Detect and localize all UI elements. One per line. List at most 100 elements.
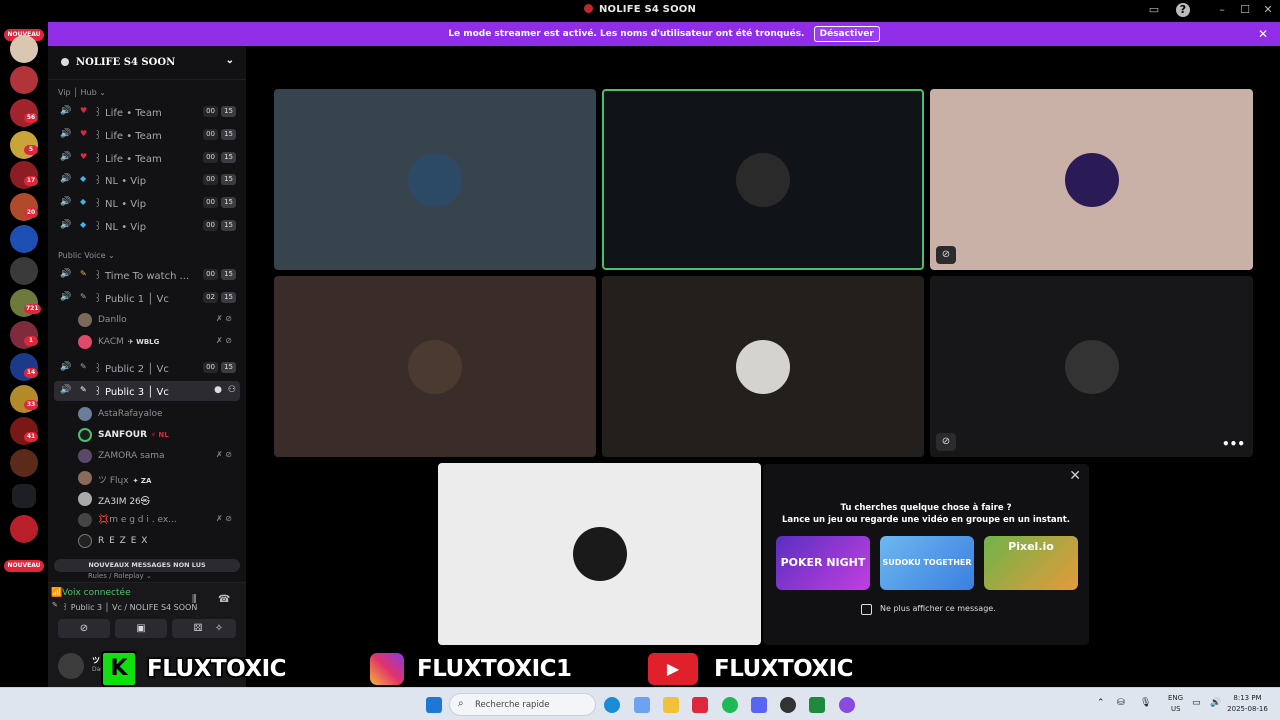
camera-off-button[interactable]: ⊘ [58,619,110,638]
game-sudoku[interactable]: SUDOKU TOGETHER [880,536,974,590]
guild-header[interactable]: NOLIFE S4 SOON ⌄ [48,46,246,80]
participant-tile[interactable] [274,89,596,270]
voice-member[interactable]: ZA3IM 26㉿ [78,489,238,509]
voice-channel[interactable]: 🔊 ♥ ꒱ Life • Team 00 15 [54,125,240,145]
unread-badge: 1 [24,336,38,346]
voice-member[interactable]: ツ Flųx ✦ ZA [78,468,238,488]
folder-icon[interactable] [12,484,36,508]
discord-icon[interactable] [751,697,767,713]
disable-streamer-button[interactable]: Désactiver [813,26,880,42]
server-icon[interactable] [10,35,38,63]
avatar [736,339,790,394]
new-badge-bottom: NOUVEAU [4,560,44,572]
voice-channel[interactable]: 🔊 ♥ ꒱ Life • Team 00 15 [54,102,240,122]
more-options-icon[interactable]: ••• [1222,437,1245,451]
muted-icon: ✗ ⊘ [216,314,232,323]
help-icon[interactable]: ? [1176,3,1190,17]
new-messages-pill[interactable]: NOUVEAUX MESSAGES NON LUS [54,559,240,572]
voice-channel-selected[interactable]: 🔊 ✎ ꒱ Public 3 │ Vc ● ⚇ [54,381,240,401]
game-launcher-icon[interactable] [809,697,825,713]
app-logo-icon [583,4,593,13]
speaker-icon: 🔊 [60,292,72,302]
participant-tile[interactable] [438,463,761,645]
minimize-icon[interactable]: – [1215,3,1229,17]
participant-tile[interactable] [274,276,596,457]
chevron-up-icon[interactable]: ⌃ [1097,698,1105,708]
server-icon[interactable] [10,225,38,253]
instagram-logo-icon [368,651,406,687]
participant-tile[interactable] [602,276,924,457]
voice-member-speaking[interactable]: SANFOUR ⚡ NL [78,425,238,445]
avatar [78,335,92,349]
inbox-icon[interactable]: ▭ [1147,3,1161,17]
chat-icon[interactable]: ● [214,385,222,395]
noise-suppression-icon[interactable]: ⫼ [192,594,197,605]
dont-show-checkbox[interactable] [861,604,872,615]
voice-channel-path[interactable]: ꒱ Public 3 │ Vc / NOLIFE S4 SOON [62,601,197,612]
game-pixelio[interactable]: Pixel.io [984,536,1078,590]
clock-date[interactable]: 2025-08-16 [1226,705,1269,713]
spotify-icon[interactable] [722,697,738,713]
participant-tile-speaking[interactable] [602,89,924,270]
voice-channel[interactable]: 🔊 ◆ ꒱ NL • Vip 00 15 [54,216,240,236]
display-icon[interactable]: ▭ [1192,698,1201,708]
tiktok-handle: FLUXTOXIC [147,656,287,682]
disconnect-icon[interactable]: ☎ [218,594,230,605]
soundboard-button[interactable]: ✧ [202,619,236,638]
screen-share-button[interactable]: ▣ [115,619,167,638]
voice-channel[interactable]: 🔊 ✎ ꒱ Public 1 │ Vc 02 15 [54,288,240,308]
user-avatar[interactable] [58,653,84,679]
server-icon[interactable] [10,515,38,543]
speaker-icon: 🔊 [60,269,72,279]
network-icon[interactable]: ⛁ [1117,698,1125,708]
server-icon[interactable] [10,66,38,94]
category-rules[interactable]: Rules / Roleplay ⌄ [88,572,152,580]
microphone-icon[interactable]: 🎙 [1140,698,1151,708]
window-title: NOLIFE S4 SOON [598,4,697,15]
voice-channel[interactable]: 🔊 ✎ ꒱ Public 2 │ Vc 00 15 [54,358,240,378]
close-window-icon[interactable]: ✕ [1261,3,1275,17]
voice-member[interactable]: AstaRafayaloe [78,404,238,424]
app-icon[interactable] [839,697,855,713]
voice-member[interactable]: KACM ✈ WBLG ✗ ⊘ [78,332,238,352]
avatar [78,313,92,327]
edge-icon[interactable] [604,697,620,713]
participant-tile[interactable]: ⊘ [930,89,1253,270]
tiktok-logo-icon: K [101,651,137,687]
server-icon[interactable] [10,257,38,285]
avatar [78,513,92,527]
file-explorer-icon[interactable] [663,697,679,713]
media-app-icon[interactable] [692,697,708,713]
guild-icon [61,58,69,66]
windows-start-icon[interactable] [426,697,442,713]
add-member-icon[interactable]: ⚇ [228,385,236,395]
server-icon[interactable] [10,449,38,477]
close-banner-icon[interactable]: ✕ [1258,22,1268,46]
maximize-icon[interactable]: ☐ [1238,3,1252,17]
game-poker[interactable]: POKER NIGHT [776,536,870,590]
category-vip[interactable]: Vip │ Hub ⌄ [58,88,106,97]
participant-tile[interactable]: ⊘ ••• [930,276,1253,457]
voice-channel[interactable]: 🔊 ◆ ꒱ NL • Vip 00 15 [54,193,240,213]
avatar [78,534,92,548]
volume-icon[interactable]: 🔊 [1210,698,1221,708]
chevron-down-icon[interactable]: ⌄ [226,55,234,66]
signal-icon: 📶 [51,588,63,598]
clock-time[interactable]: 8:13 PM [1231,694,1264,702]
voice-channel[interactable]: 🔊 ✎ ꒱ Time To watch ... 00 15 [54,265,240,285]
obs-icon[interactable] [780,697,796,713]
language-top[interactable]: ENG [1168,694,1183,702]
voice-channel[interactable]: 🔊 ♥ ꒱ Life • Team 00 15 [54,148,240,168]
avatar [736,152,790,207]
language-bottom[interactable]: US [1171,705,1181,713]
avatar [78,407,92,421]
copilot-icon[interactable] [634,697,650,713]
voice-member[interactable]: R E Z E X [78,531,238,551]
taskbar-search[interactable]: ⌕ Recherche rapide [449,693,596,716]
voice-member[interactable]: 💢m e g d i . ex... ✗ ⊘ [78,510,238,530]
voice-channel[interactable]: 🔊 ◆ ꒱ NL • Vip 00 15 [54,170,240,190]
voice-member[interactable]: ZAMORA sama ✗ ⊘ [78,446,238,466]
voice-member[interactable]: Danllo ✗ ⊘ [78,310,238,330]
close-promo-icon[interactable]: ✕ [1069,468,1081,484]
category-public-voice[interactable]: Public Voice ⌄ [58,251,115,260]
